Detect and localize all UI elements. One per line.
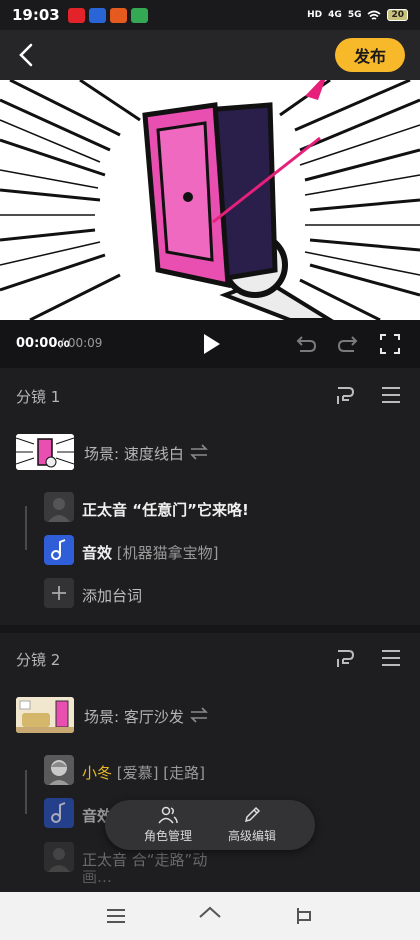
scene-2-thumbnail-image: [16, 697, 74, 733]
line-content: 合“走路”动: [127, 851, 208, 869]
role-management-button[interactable]: 角色管理: [123, 806, 213, 844]
back-nav-icon[interactable]: [292, 904, 316, 928]
line-content: “任意门”它来咯!: [127, 501, 249, 519]
app-icon-orange: [109, 7, 127, 23]
section-divider: [0, 625, 420, 633]
dialogue-text: 正太音 “任意门”它来咯!: [82, 499, 249, 520]
video-preview[interactable]: [0, 80, 420, 320]
add-icon-box: [44, 578, 74, 608]
menu-icon[interactable]: [380, 647, 402, 669]
door-illustration: [0, 80, 420, 320]
role-name: 正太音: [82, 501, 128, 519]
add-line-label: 添加台词: [82, 587, 143, 605]
scene-1-label: 场景: 速度线白: [84, 445, 184, 463]
advanced-edit-label: 高级编辑: [227, 829, 276, 843]
role-name: 小冬: [82, 764, 113, 782]
redo-icon[interactable]: [336, 332, 360, 356]
scene-1-header: 分镜 1: [0, 370, 420, 420]
scene-2-thumbnail[interactable]: [16, 697, 74, 733]
line-content: [爱慕] [走路]: [112, 764, 205, 782]
app-icon-red: [67, 7, 85, 23]
sound-effect-badge: [44, 798, 74, 828]
avatar: [44, 842, 74, 872]
total-time: / 00:09: [60, 336, 103, 350]
wifi-icon: [367, 10, 381, 20]
dialogue-line[interactable]: 小冬 [爱慕] [走路]: [0, 753, 420, 789]
line-content: [机器猫拿宝物]: [112, 544, 219, 562]
dialogue-line[interactable]: 正太音 “任意门”它来咯!: [0, 490, 420, 526]
add-line-button[interactable]: 添加台词: [0, 576, 420, 612]
back-button[interactable]: [10, 38, 44, 72]
users-icon: [158, 806, 178, 824]
signal-5g-icon: 5G: [347, 10, 362, 20]
sound-effect-text: 音效 [机器猫拿宝物]: [82, 542, 219, 563]
scene-1-thumbnail-image: [16, 434, 74, 470]
scene-2-scene-row[interactable]: 场景: 客厅沙发: [0, 693, 420, 737]
status-right: HD 4G 5G 20: [307, 9, 408, 21]
current-time-main: 00:00: [16, 336, 58, 351]
sound-effect-badge: [44, 535, 74, 565]
player-controls: 00:0000 / 00:09: [0, 320, 420, 368]
menu-icon[interactable]: [380, 384, 402, 406]
avatar: [44, 492, 74, 522]
dialogue-continuation: 画…: [82, 868, 113, 886]
play-icon[interactable]: [199, 332, 223, 356]
system-nav-bar: [0, 892, 420, 940]
scene-2-header: 分镜 2: [0, 633, 420, 683]
dialogue-text: 小冬 [爱慕] [走路]: [82, 762, 205, 783]
app-icon-blue: [88, 7, 106, 23]
music-note-icon: [51, 802, 66, 823]
fullscreen-icon[interactable]: [378, 332, 402, 356]
role-management-label: 角色管理: [143, 829, 192, 843]
plus-icon: [52, 586, 66, 600]
scene-2-title: 分镜 2: [16, 651, 61, 669]
role-name: 音效: [82, 544, 113, 562]
avatar: [44, 755, 74, 785]
scene-1-scene-row[interactable]: 场景: 速度线白: [0, 430, 420, 474]
scene-2-label: 场景: 客厅沙发: [84, 708, 184, 726]
person-icon: [48, 498, 70, 522]
person-icon: [48, 848, 70, 872]
home-icon[interactable]: [198, 904, 222, 928]
status-time: 19:03: [12, 6, 60, 24]
character-avatar-icon: [49, 760, 69, 785]
sound-effect-line[interactable]: 音效 [机器猫拿宝物]: [0, 533, 420, 569]
menu-nav-icon[interactable]: [104, 904, 128, 928]
pencil-icon: [244, 806, 261, 823]
scene-edit-icon[interactable]: [335, 647, 357, 669]
status-bar: 19:03 HD 4G 5G 20: [0, 0, 420, 30]
signal-4g-icon: 4G: [328, 10, 342, 20]
music-note-icon: [51, 539, 66, 560]
hd-icon: HD: [307, 10, 323, 20]
app-icon-green: [130, 7, 148, 23]
scene-edit-icon[interactable]: [335, 384, 357, 406]
undo-icon[interactable]: [294, 332, 318, 356]
chevron-left-icon: [19, 43, 33, 67]
scene-1-thumbnail[interactable]: [16, 434, 74, 470]
swap-icon[interactable]: [190, 707, 208, 723]
scene-1-title: 分镜 1: [16, 388, 61, 406]
battery-icon: 20: [387, 9, 408, 21]
publish-button[interactable]: 发布: [335, 38, 405, 72]
advanced-edit-button[interactable]: 高级编辑: [207, 806, 297, 844]
floating-action-bar: 角色管理 高级编辑: [105, 800, 315, 850]
swap-icon[interactable]: [190, 444, 208, 460]
